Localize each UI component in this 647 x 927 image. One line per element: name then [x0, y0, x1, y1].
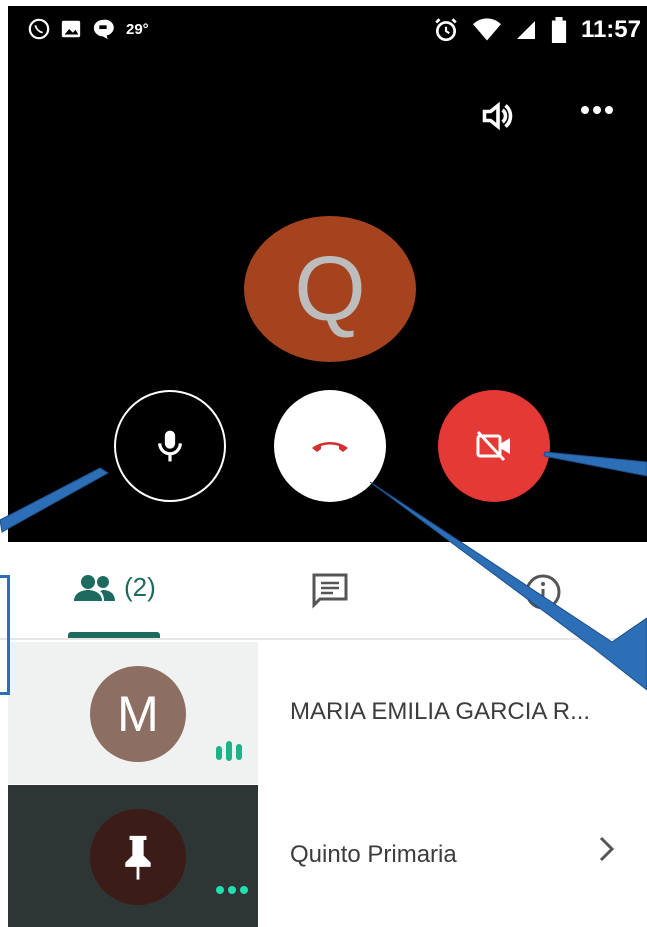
chat-icon: [312, 573, 348, 609]
camera-toggle-button[interactable]: [438, 390, 550, 502]
battery-icon: [551, 17, 567, 43]
tab-info[interactable]: [523, 572, 563, 612]
call-area: 29° 11:57 Q: [8, 6, 647, 542]
caller-avatar: Q: [244, 216, 416, 362]
participant-thumbnail: [8, 785, 258, 927]
active-tab-indicator: [68, 632, 160, 638]
signal-icon: [516, 21, 535, 39]
participant-row[interactable]: M MARIA EMILIA GARCIA R...: [0, 642, 647, 784]
phone-hangup-icon: [312, 442, 348, 452]
info-icon: [525, 574, 561, 610]
chevron-right-icon[interactable]: [598, 835, 616, 871]
annotation-box: [0, 575, 10, 695]
image-icon: [61, 20, 81, 38]
tab-bar: (2): [0, 542, 647, 640]
more-options-button[interactable]: [580, 90, 614, 124]
end-call-button[interactable]: [274, 390, 386, 502]
avatar: [90, 809, 186, 905]
video-off-icon: [476, 430, 510, 462]
notification-icons: 29°: [28, 18, 149, 40]
avatar: M: [90, 666, 186, 762]
pin-icon: [125, 835, 151, 880]
participant-count: (2): [124, 572, 156, 602]
system-icons: 11:57: [433, 16, 641, 44]
participant-row[interactable]: Quinto Primaria: [0, 785, 647, 927]
alarm-icon: [435, 18, 457, 42]
participant-thumbnail: M: [8, 642, 258, 784]
participant-name: Quinto Primaria: [290, 841, 457, 868]
whatsapp-icon: [28, 18, 50, 40]
status-bar: 29° 11:57: [8, 6, 647, 58]
speaking-indicator-icon: [216, 741, 242, 761]
speaker-icon: [482, 101, 513, 131]
wifi-icon: [472, 18, 501, 41]
speaker-button[interactable]: [478, 98, 518, 138]
clock: 11:57: [580, 16, 641, 43]
temperature-label: 29°: [126, 20, 149, 38]
microphone-icon: [158, 430, 182, 462]
tab-participants[interactable]: (2): [72, 572, 156, 603]
tab-chat[interactable]: [310, 572, 350, 610]
more-horiz-icon: [581, 106, 613, 114]
people-icon: [74, 574, 115, 601]
messages-icon: [93, 19, 114, 40]
mute-button[interactable]: [114, 390, 226, 502]
more-dots-icon: [216, 886, 248, 894]
participant-name: MARIA EMILIA GARCIA R...: [290, 698, 591, 725]
